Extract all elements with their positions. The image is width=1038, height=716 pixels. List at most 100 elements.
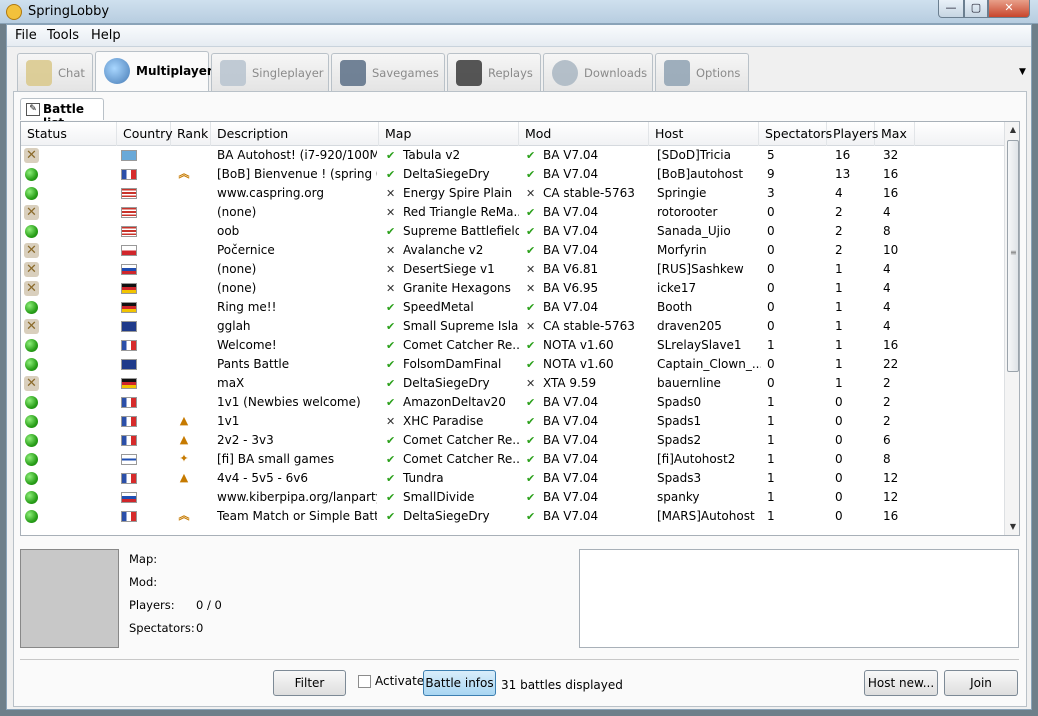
rank-badge-icon: ▲ (179, 433, 189, 446)
spectator-count: 1 (767, 490, 775, 504)
join-button[interactable]: Join (944, 670, 1018, 696)
battle-row[interactable]: Welcome! ✔ Comet Catcher Re... ✔ NOTA v1.60 S… (21, 336, 1004, 355)
battle-row[interactable]: www.caspring.org ✕ Energy Spire Plain ✕ CA s… (21, 184, 1004, 203)
battle-row[interactable]: ▲ 1v1 ✕ XHC Paradise ✔ BA V7.04 Spads1 1 0 2 (21, 412, 1004, 431)
spectator-count: 1 (767, 433, 775, 447)
host-name: Captain_Clown_... (657, 357, 761, 371)
mod-status-icon: ✔ (526, 453, 536, 466)
tab-multiplayer[interactable]: Multiplayer (95, 51, 213, 91)
tab-singleplayer[interactable]: Singleplayer (211, 53, 329, 91)
col-status[interactable]: Status (21, 122, 117, 146)
battle-rows: ✕ BA Autohost! (i7-920/100M... ✔ Tabula v2… (21, 146, 1004, 535)
max-players: 12 (883, 490, 899, 504)
spectator-count: 1 (767, 471, 775, 485)
menu-tools[interactable]: Tools (47, 28, 79, 43)
tab-downloads[interactable]: Downloads (543, 53, 653, 91)
row-cell: ✔ SpeedMetal (381, 298, 519, 317)
player-count: 0 (835, 395, 843, 409)
map-status-icon: ✔ (386, 396, 396, 409)
battle-row[interactable]: ✕ gglah ✔ Small Supreme Isla... ✕ CA stable-5… (21, 317, 1004, 336)
menu-help[interactable]: Help (91, 28, 121, 43)
tab-options[interactable]: Options (655, 53, 749, 91)
battle-row[interactable]: ▲ 2v2 - 3v3 ✔ Comet Catcher Re... ✔ BA V7.04 S… (21, 431, 1004, 450)
battle-description: (none) (217, 262, 257, 276)
battle-infos-button[interactable]: Battle infos (423, 670, 496, 696)
battle-row[interactable]: ✕ (none) ✕ Granite Hexagons ✕ BA V6.95 icke17 0… (21, 279, 1004, 298)
tab-overflow-arrow[interactable]: ▼ (1019, 67, 1026, 77)
battle-info-box (579, 549, 1019, 648)
menu-file[interactable]: File (15, 28, 37, 43)
row-cell (117, 374, 171, 393)
battle-list: Status Country Rank Description Map Mod … (20, 121, 1020, 536)
activated-checkbox[interactable] (358, 675, 371, 688)
mod-name: BA V6.95 (543, 281, 599, 295)
map-status-icon: ✔ (386, 149, 396, 162)
minimize-button[interactable]: — (938, 0, 964, 18)
col-max[interactable]: Max (875, 122, 915, 146)
mod-status-icon: ✕ (526, 187, 536, 200)
col-spectators[interactable]: Spectators (759, 122, 832, 146)
tab-savegames[interactable]: Savegames (331, 53, 445, 91)
row-cell (117, 279, 171, 298)
map-status-icon: ✕ (386, 206, 396, 219)
col-country[interactable]: Country (117, 122, 173, 146)
row-cell: ▲ (171, 412, 211, 431)
row-cell: ✔ DeltaSiegeDry (381, 507, 519, 526)
tab-battle-list[interactable]: ✎ Battle list (20, 98, 104, 130)
mod-name: BA V7.04 (543, 205, 599, 219)
col-rank[interactable]: Rank (171, 122, 211, 146)
row-cell (171, 393, 211, 412)
battle-row[interactable]: ︽ [BoB] Bienvenue ! (spring 0.... ✔ DeltaSi… (21, 165, 1004, 184)
battle-row[interactable]: ✕ (none) ✕ Red Triangle ReMa... ✔ BA V7.04 rot… (21, 203, 1004, 222)
map-name: DesertSiege v1 (403, 262, 495, 276)
col-mod[interactable]: Mod (519, 122, 649, 146)
battle-row[interactable]: ✕ (none) ✕ DesertSiege v1 ✕ BA V6.81 [RUS]Sash… (21, 260, 1004, 279)
battle-row[interactable]: 1v1 (Newbies welcome) ✔ AmazonDeltav20 ✔ BA … (21, 393, 1004, 412)
row-cell: ✔ BA V7.04 (521, 241, 651, 260)
spectator-count: 1 (767, 414, 775, 428)
battle-row[interactable]: ✦ [fi] BA small games ✔ Comet Catcher Re...… (21, 450, 1004, 469)
col-map[interactable]: Map (379, 122, 519, 146)
map-status-icon: ✔ (386, 358, 396, 371)
row-cell: ✕ (21, 203, 117, 222)
battle-row[interactable]: ✕ maX ✔ DeltaSiegeDry ✕ XTA 9.59 bauernline 0 1 2 (21, 374, 1004, 393)
maximize-button[interactable]: ▢ (964, 0, 988, 18)
tab-replays[interactable]: Replays (447, 53, 541, 91)
scroll-up-arrow[interactable]: ▲ (1005, 122, 1019, 138)
flag-si-icon (121, 492, 137, 503)
battle-row[interactable]: ︽ Team Match or Simple Battle ✔ DeltaSiegeD… (21, 507, 1004, 526)
tab-label: Savegames (372, 66, 439, 80)
max-players: 4 (883, 281, 891, 295)
flag-us-icon (121, 188, 137, 199)
row-cell: ▲ (171, 431, 211, 450)
tab-chat[interactable]: Chat (17, 53, 93, 91)
col-description[interactable]: Description (211, 122, 379, 146)
map-status-icon: ✔ (386, 339, 396, 352)
row-cell: ✕ Avalanche v2 (381, 241, 519, 260)
row-cell: ✕ (21, 241, 117, 260)
map-status-icon: ✔ (386, 491, 396, 504)
row-cell: ✕ XTA 9.59 (521, 374, 651, 393)
vertical-scrollbar[interactable]: ▲ ≡ ▼ (1004, 122, 1019, 535)
battle-row[interactable]: Ring me!! ✔ SpeedMetal ✔ BA V7.04 Booth 0 1 4 (21, 298, 1004, 317)
close-button[interactable]: ✕ (988, 0, 1030, 18)
host-name: [MARS]Autohost (657, 509, 755, 523)
battle-row[interactable]: ▲ 4v4 - 5v5 - 6v6 ✔ Tundra ✔ BA V7.04 Spads3 1 0… (21, 469, 1004, 488)
filter-button[interactable]: Filter (273, 670, 346, 696)
scroll-thumb[interactable]: ≡ (1007, 140, 1019, 372)
battle-row[interactable]: oob ✔ Supreme Battlefield ✔ BA V7.04 Sanada_U… (21, 222, 1004, 241)
mod-status-icon: ✔ (526, 168, 536, 181)
col-players[interactable]: Players (827, 122, 878, 146)
spectator-count: 0 (767, 300, 775, 314)
locked-status-icon: ✕ (24, 205, 39, 220)
row-cell (21, 450, 117, 469)
scroll-down-arrow[interactable]: ▼ (1005, 519, 1019, 535)
battle-row[interactable]: www.kiberpipa.org/lanparty... ✔ SmallDivid… (21, 488, 1004, 507)
menu-bar: File Tools Help (7, 25, 1031, 47)
col-host[interactable]: Host (649, 122, 759, 146)
battle-row[interactable]: ✕ Počernice ✕ Avalanche v2 ✔ BA V7.04 Morfyrin… (21, 241, 1004, 260)
battle-row[interactable]: ✕ BA Autohost! (i7-920/100M... ✔ Tabula v2… (21, 146, 1004, 165)
battle-row[interactable]: Pants Battle ✔ FolsomDamFinal ✔ NOTA v1.60 Ca… (21, 355, 1004, 374)
host-new-button[interactable]: Host new... (864, 670, 938, 696)
mod-status-icon: ✔ (526, 415, 536, 428)
